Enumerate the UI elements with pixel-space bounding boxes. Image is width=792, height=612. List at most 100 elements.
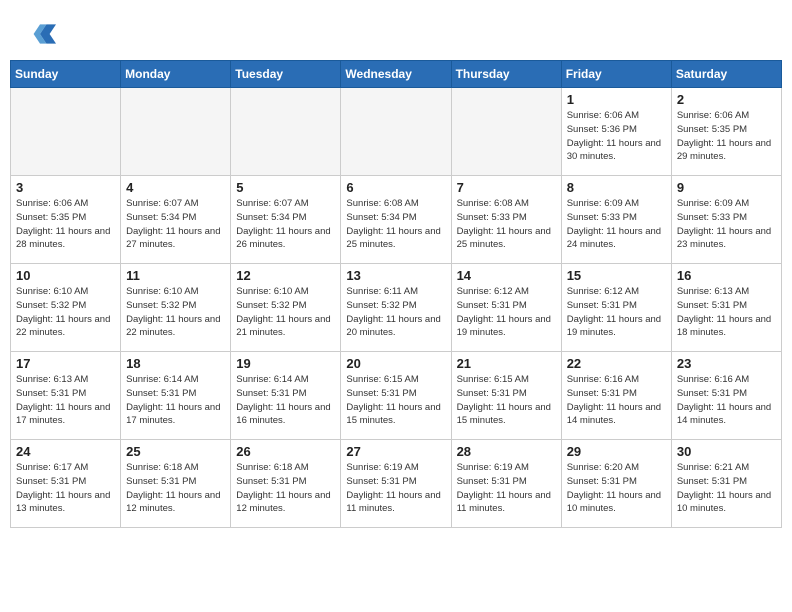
day-number: 26 [236, 444, 335, 459]
calendar-cell: 24 Sunrise: 6:17 AM Sunset: 5:31 PM Dayli… [11, 440, 121, 528]
calendar-table: SundayMondayTuesdayWednesdayThursdayFrid… [10, 60, 782, 528]
weekday-header-wednesday: Wednesday [341, 61, 451, 88]
day-number: 21 [457, 356, 556, 371]
day-info: Sunrise: 6:19 AM Sunset: 5:31 PM Dayligh… [346, 461, 445, 516]
calendar-cell: 9 Sunrise: 6:09 AM Sunset: 5:33 PM Daylig… [671, 176, 781, 264]
day-number: 17 [16, 356, 115, 371]
calendar-cell: 1 Sunrise: 6:06 AM Sunset: 5:36 PM Daylig… [561, 88, 671, 176]
day-number: 10 [16, 268, 115, 283]
day-number: 28 [457, 444, 556, 459]
weekday-header-thursday: Thursday [451, 61, 561, 88]
day-info: Sunrise: 6:06 AM Sunset: 5:36 PM Dayligh… [567, 109, 666, 164]
calendar-cell [341, 88, 451, 176]
calendar-cell: 26 Sunrise: 6:18 AM Sunset: 5:31 PM Dayli… [231, 440, 341, 528]
day-info: Sunrise: 6:16 AM Sunset: 5:31 PM Dayligh… [677, 373, 776, 428]
day-number: 24 [16, 444, 115, 459]
logo [24, 18, 60, 50]
day-number: 7 [457, 180, 556, 195]
day-info: Sunrise: 6:10 AM Sunset: 5:32 PM Dayligh… [16, 285, 115, 340]
calendar-cell: 12 Sunrise: 6:10 AM Sunset: 5:32 PM Dayli… [231, 264, 341, 352]
day-number: 13 [346, 268, 445, 283]
calendar-cell: 30 Sunrise: 6:21 AM Sunset: 5:31 PM Dayli… [671, 440, 781, 528]
day-info: Sunrise: 6:09 AM Sunset: 5:33 PM Dayligh… [677, 197, 776, 252]
day-info: Sunrise: 6:11 AM Sunset: 5:32 PM Dayligh… [346, 285, 445, 340]
day-number: 8 [567, 180, 666, 195]
day-number: 27 [346, 444, 445, 459]
day-info: Sunrise: 6:08 AM Sunset: 5:33 PM Dayligh… [457, 197, 556, 252]
calendar-cell: 27 Sunrise: 6:19 AM Sunset: 5:31 PM Dayli… [341, 440, 451, 528]
calendar-cell: 18Sunrise: 6:14 AM Sunset: 5:31 PM Dayli… [121, 352, 231, 440]
day-number: 19 [236, 356, 335, 371]
day-info: Sunrise: 6:06 AM Sunset: 5:35 PM Dayligh… [677, 109, 776, 164]
day-number: 23 [677, 356, 776, 371]
day-info: Sunrise: 6:17 AM Sunset: 5:31 PM Dayligh… [16, 461, 115, 516]
calendar-cell: 15 Sunrise: 6:12 AM Sunset: 5:31 PM Dayli… [561, 264, 671, 352]
day-number: 20 [346, 356, 445, 371]
day-number: 15 [567, 268, 666, 283]
calendar-cell: 23 Sunrise: 6:16 AM Sunset: 5:31 PM Dayli… [671, 352, 781, 440]
day-info: Sunrise: 6:07 AM Sunset: 5:34 PM Dayligh… [126, 197, 225, 252]
calendar-cell [11, 88, 121, 176]
day-info: Sunrise: 6:12 AM Sunset: 5:31 PM Dayligh… [457, 285, 556, 340]
day-number: 3 [16, 180, 115, 195]
day-number: 11 [126, 268, 225, 283]
calendar-cell: 13 Sunrise: 6:11 AM Sunset: 5:32 PM Dayli… [341, 264, 451, 352]
calendar-wrapper: SundayMondayTuesdayWednesdayThursdayFrid… [0, 60, 792, 538]
day-number: 1 [567, 92, 666, 107]
weekday-header-tuesday: Tuesday [231, 61, 341, 88]
calendar-cell: 25 Sunrise: 6:18 AM Sunset: 5:31 PM Dayli… [121, 440, 231, 528]
week-row-1: 1 Sunrise: 6:06 AM Sunset: 5:36 PM Daylig… [11, 88, 782, 176]
day-number: 2 [677, 92, 776, 107]
week-row-4: 17 Sunrise: 6:13 AM Sunset: 5:31 PM Dayli… [11, 352, 782, 440]
day-number: 12 [236, 268, 335, 283]
weekday-header-saturday: Saturday [671, 61, 781, 88]
logo-icon [24, 18, 56, 50]
calendar-cell: 29Sunrise: 6:20 AM Sunset: 5:31 PM Dayli… [561, 440, 671, 528]
calendar-cell: 17 Sunrise: 6:13 AM Sunset: 5:31 PM Dayli… [11, 352, 121, 440]
calendar-cell: 16 Sunrise: 6:13 AM Sunset: 5:31 PM Dayli… [671, 264, 781, 352]
calendar-header: SundayMondayTuesdayWednesdayThursdayFrid… [11, 61, 782, 88]
day-info: Sunrise: 6:18 AM Sunset: 5:31 PM Dayligh… [236, 461, 335, 516]
calendar-cell [121, 88, 231, 176]
page-header [0, 0, 792, 60]
day-info: Sunrise: 6:13 AM Sunset: 5:31 PM Dayligh… [16, 373, 115, 428]
week-row-5: 24 Sunrise: 6:17 AM Sunset: 5:31 PM Dayli… [11, 440, 782, 528]
day-info: Sunrise: 6:13 AM Sunset: 5:31 PM Dayligh… [677, 285, 776, 340]
day-number: 4 [126, 180, 225, 195]
weekday-header-friday: Friday [561, 61, 671, 88]
day-info: Sunrise: 6:10 AM Sunset: 5:32 PM Dayligh… [236, 285, 335, 340]
day-info: Sunrise: 6:21 AM Sunset: 5:31 PM Dayligh… [677, 461, 776, 516]
calendar-cell: 11 Sunrise: 6:10 AM Sunset: 5:32 PM Dayli… [121, 264, 231, 352]
day-info: Sunrise: 6:15 AM Sunset: 5:31 PM Dayligh… [457, 373, 556, 428]
day-info: Sunrise: 6:10 AM Sunset: 5:32 PM Dayligh… [126, 285, 225, 340]
week-row-3: 10 Sunrise: 6:10 AM Sunset: 5:32 PM Dayli… [11, 264, 782, 352]
day-number: 25 [126, 444, 225, 459]
calendar-cell: 22Sunrise: 6:16 AM Sunset: 5:31 PM Dayli… [561, 352, 671, 440]
calendar-cell: 4 Sunrise: 6:07 AM Sunset: 5:34 PM Daylig… [121, 176, 231, 264]
calendar-cell: 14Sunrise: 6:12 AM Sunset: 5:31 PM Dayli… [451, 264, 561, 352]
calendar-cell: 7 Sunrise: 6:08 AM Sunset: 5:33 PM Daylig… [451, 176, 561, 264]
week-row-2: 3Sunrise: 6:06 AM Sunset: 5:35 PM Daylig… [11, 176, 782, 264]
calendar-cell: 6Sunrise: 6:08 AM Sunset: 5:34 PM Daylig… [341, 176, 451, 264]
day-info: Sunrise: 6:12 AM Sunset: 5:31 PM Dayligh… [567, 285, 666, 340]
day-number: 9 [677, 180, 776, 195]
day-number: 18 [126, 356, 225, 371]
weekday-header-monday: Monday [121, 61, 231, 88]
day-info: Sunrise: 6:16 AM Sunset: 5:31 PM Dayligh… [567, 373, 666, 428]
day-info: Sunrise: 6:14 AM Sunset: 5:31 PM Dayligh… [236, 373, 335, 428]
calendar-cell: 3Sunrise: 6:06 AM Sunset: 5:35 PM Daylig… [11, 176, 121, 264]
day-info: Sunrise: 6:09 AM Sunset: 5:33 PM Dayligh… [567, 197, 666, 252]
calendar-cell: 10 Sunrise: 6:10 AM Sunset: 5:32 PM Dayli… [11, 264, 121, 352]
day-info: Sunrise: 6:18 AM Sunset: 5:31 PM Dayligh… [126, 461, 225, 516]
calendar-cell [451, 88, 561, 176]
calendar-cell: 20 Sunrise: 6:15 AM Sunset: 5:31 PM Dayli… [341, 352, 451, 440]
weekday-header-sunday: Sunday [11, 61, 121, 88]
calendar-cell: 2 Sunrise: 6:06 AM Sunset: 5:35 PM Daylig… [671, 88, 781, 176]
calendar-cell: 28Sunrise: 6:19 AM Sunset: 5:31 PM Dayli… [451, 440, 561, 528]
weekday-row: SundayMondayTuesdayWednesdayThursdayFrid… [11, 61, 782, 88]
calendar-cell [231, 88, 341, 176]
day-info: Sunrise: 6:15 AM Sunset: 5:31 PM Dayligh… [346, 373, 445, 428]
day-number: 5 [236, 180, 335, 195]
day-number: 16 [677, 268, 776, 283]
day-number: 30 [677, 444, 776, 459]
